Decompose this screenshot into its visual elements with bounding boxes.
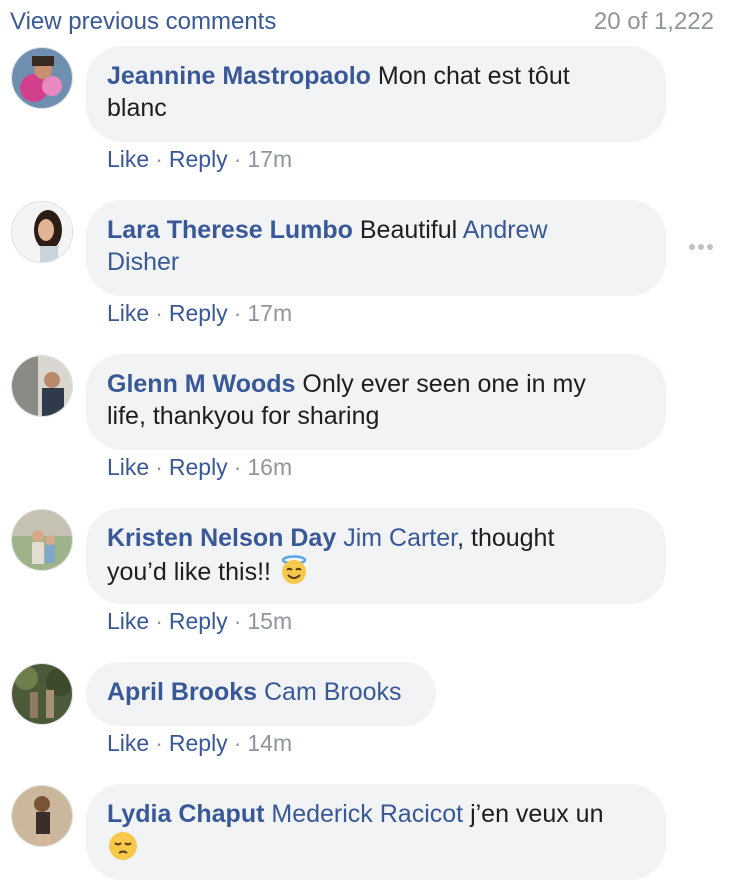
- comment-text: Beautiful: [359, 216, 458, 244]
- comment-author[interactable]: Lara Therese Lumbo: [107, 216, 353, 244]
- separator-dot: ·: [155, 146, 163, 172]
- reply-link[interactable]: Reply: [169, 300, 228, 326]
- smiling-face-with-halo-emoji: [278, 554, 310, 586]
- comment-text: , thought: [457, 524, 555, 552]
- more-dot: [707, 244, 713, 250]
- separator-dot: ·: [155, 454, 163, 480]
- comment-timestamp[interactable]: 17m: [247, 300, 292, 326]
- like-link[interactable]: Like: [107, 300, 149, 326]
- comment-author[interactable]: Kristen Nelson Day: [107, 524, 336, 552]
- comment-count: 20 of 1,222: [593, 8, 714, 35]
- view-previous-comments-link[interactable]: View previous comments: [10, 8, 276, 36]
- separator-dot: ·: [233, 608, 242, 634]
- comment-bubble: Kristen Nelson Day Jim Carter, thought y…: [86, 508, 666, 604]
- separator-dot: ·: [233, 300, 242, 326]
- avatar[interactable]: [11, 47, 73, 109]
- comment-text: life, thankyou for sharing: [107, 402, 380, 430]
- mention-link[interactable]: Cam Brooks: [264, 678, 402, 706]
- comment-actions: Like · Reply · 14m: [107, 728, 292, 758]
- reply-link[interactable]: Reply: [169, 608, 228, 634]
- reply-link[interactable]: Reply: [169, 146, 228, 172]
- comment-timestamp[interactable]: 14m: [247, 730, 292, 756]
- mention-link[interactable]: Jim Carter: [343, 524, 457, 552]
- comment-author[interactable]: Glenn M Woods: [107, 370, 295, 398]
- reply-link[interactable]: Reply: [169, 730, 228, 756]
- avatar[interactable]: [11, 663, 73, 725]
- like-link[interactable]: Like: [107, 608, 149, 634]
- comment-bubble: Glenn M Woods Only ever seen one in my l…: [86, 354, 666, 450]
- comment-text: blanc: [107, 94, 167, 122]
- like-link[interactable]: Like: [107, 146, 149, 172]
- avatar[interactable]: [11, 355, 73, 417]
- separator-dot: ·: [155, 608, 163, 634]
- comment-timestamp[interactable]: 16m: [247, 454, 292, 480]
- avatar[interactable]: [11, 509, 73, 571]
- more-dot: [689, 244, 695, 250]
- mention-link[interactable]: Andrew: [463, 216, 548, 244]
- pensive-face-emoji: [107, 830, 139, 862]
- comment-bubble: Lydia Chaput Mederick Racicot j’en veux …: [86, 784, 666, 880]
- comment-actions: Like · Reply · 17m: [107, 144, 292, 174]
- comment-actions: Like · Reply · 16m: [107, 452, 292, 482]
- comment-timestamp[interactable]: 15m: [247, 608, 292, 634]
- separator-dot: ·: [233, 730, 242, 756]
- reply-link[interactable]: Reply: [169, 454, 228, 480]
- comment-bubble: Lara Therese Lumbo Beautiful Andrew Dish…: [86, 200, 666, 296]
- separator-dot: ·: [233, 454, 242, 480]
- comment-text: you’d like this!!: [107, 558, 271, 586]
- avatar[interactable]: [11, 201, 73, 263]
- comment-actions: Like · Reply · 15m: [107, 606, 292, 636]
- comment-actions: Like · Reply · 17m: [107, 298, 292, 328]
- comments-header: View previous comments 20 of 1,222: [10, 6, 714, 38]
- more-dot: [698, 244, 704, 250]
- comment-text: Mon chat est tôut: [377, 62, 570, 90]
- like-link[interactable]: Like: [107, 454, 149, 480]
- separator-dot: ·: [233, 146, 242, 172]
- separator-dot: ·: [155, 730, 163, 756]
- mention-link[interactable]: Mederick Racicot: [271, 800, 463, 828]
- comment-author[interactable]: April Brooks: [107, 678, 257, 706]
- comment-bubble: April Brooks Cam Brooks: [86, 662, 436, 726]
- mention-link[interactable]: Disher: [107, 248, 179, 276]
- avatar[interactable]: [11, 785, 73, 847]
- more-options-icon[interactable]: [689, 243, 715, 251]
- like-link[interactable]: Like: [107, 730, 149, 756]
- separator-dot: ·: [155, 300, 163, 326]
- comment-author[interactable]: Lydia Chaput: [107, 800, 264, 828]
- comment-text: Only ever seen one in my: [302, 370, 586, 398]
- comment-bubble: Jeannine Mastropaolo Mon chat est tôut b…: [86, 46, 666, 142]
- comment-text: j’en veux un: [470, 800, 604, 828]
- comment-timestamp[interactable]: 17m: [247, 146, 292, 172]
- comment-author[interactable]: Jeannine Mastropaolo: [107, 62, 371, 90]
